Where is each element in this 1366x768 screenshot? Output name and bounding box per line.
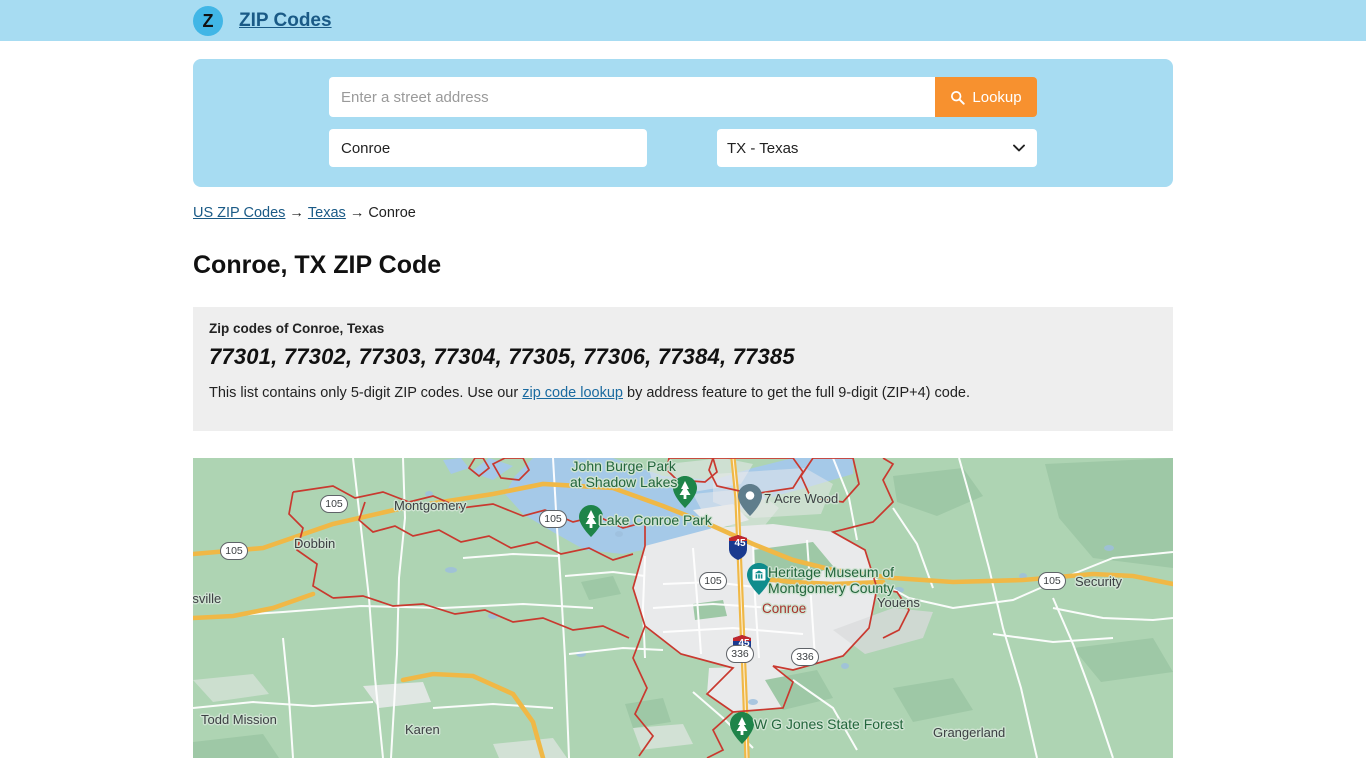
city-state-row: TX - Texas	[329, 129, 1037, 167]
map-label-dobbin: Dobbin	[294, 536, 336, 551]
breadcrumb-item-conroe: Conroe	[368, 205, 416, 221]
state-select[interactable]: TX - Texas	[717, 129, 1037, 167]
search-icon	[950, 90, 966, 105]
address-input[interactable]	[329, 77, 935, 117]
zip-codes-list: 77301, 77302, 77303, 77304, 77305, 77306…	[209, 344, 795, 369]
breadcrumb-separator: →	[289, 205, 304, 221]
route-shield-105-e: 105	[1038, 572, 1066, 590]
map-label-john-burge-park: John Burge Park at Shadow Lakes	[570, 458, 678, 490]
lookup-button-label: Lookup	[972, 88, 1022, 106]
map-label-bartlersville: rsville	[193, 591, 222, 606]
state-select-wrapper: TX - Texas	[717, 129, 1037, 167]
map-label-todd-mission: Todd Mission	[201, 712, 277, 727]
main-content: US ZIP Codes → Texas → Conroe Conroe, TX ZIP…	[193, 205, 1173, 758]
page-body: Lookup TX - Texas US ZIP Codes→Texas→Con…	[0, 59, 1366, 768]
interstate-45-label-a: 45	[734, 538, 746, 549]
map-label-john-burge-line1: John Burge Park	[571, 458, 676, 474]
zip-codes-box: Zip codes of Conroe, Texas 77301, 77302,…	[193, 307, 1173, 431]
map-label-security: Security	[1075, 574, 1122, 589]
map-label-conroe: Conroe	[762, 601, 807, 616]
interstate-45-label-b: 45	[738, 638, 750, 649]
breadcrumb-item-us-zip-codes[interactable]: US ZIP Codes	[193, 205, 285, 221]
breadcrumb-item-texas[interactable]: Texas	[308, 205, 346, 221]
map-label-grangerland: Grangerland	[933, 725, 1006, 740]
site-header: Z ZIP Codes	[0, 0, 1366, 41]
brand-link[interactable]: ZIP Codes	[239, 10, 332, 32]
map-label-john-burge-line2: at Shadow Lakes	[570, 473, 678, 490]
zip-box-heading: Zip codes of Conroe, Texas	[209, 321, 385, 336]
map-label-heritage-museum: Heritage Museum of Montgomery County	[768, 564, 895, 596]
city-input[interactable]	[329, 129, 647, 167]
route-shield-105-d: 105	[699, 572, 727, 590]
route-shield-105-b: 105	[220, 542, 248, 560]
zip-box-note: This list contains only 5-digit ZIP code…	[209, 385, 1157, 401]
logo-icon[interactable]: Z	[193, 5, 223, 36]
map-view[interactable]: 105 105 105 105 105 336 336 45 45 Montgo…	[193, 458, 1173, 758]
map-label-heritage-line1: Heritage Museum of	[768, 564, 895, 580]
map-label-7-acre-wood: 7 Acre Wood	[764, 491, 839, 506]
breadcrumb: US ZIP Codes → Texas → Conroe	[193, 205, 1173, 221]
map-label-karen: Karen	[405, 722, 440, 737]
place-pin-7-acre-wood[interactable]	[738, 484, 762, 516]
lookup-button[interactable]: Lookup	[935, 77, 1037, 117]
route-shield-105-a: 105	[320, 495, 348, 513]
map-label-youens: Youens	[877, 595, 920, 610]
map-label-heritage-line2: Montgomery County	[768, 579, 895, 596]
zip-code-lookup-link[interactable]: zip code lookup	[522, 385, 623, 401]
map-label-jones-state-forest: W G Jones State Forest	[754, 716, 904, 732]
map-label-lake-conroe-park: Lake Conroe Park	[599, 512, 712, 528]
map-label-montgomery: Montgomery	[394, 498, 467, 513]
zip-note-after: by address feature to get the full 9-dig…	[623, 384, 970, 401]
address-search-row: Lookup	[329, 77, 1037, 117]
page-title: Conroe, TX ZIP Code	[193, 251, 442, 279]
route-shield-105-c: 105	[539, 510, 567, 528]
search-panel: Lookup TX - Texas	[193, 59, 1173, 187]
zip-note-before: This list contains only 5-digit ZIP code…	[209, 384, 523, 401]
park-pin-jones-state-forest[interactable]	[730, 712, 754, 744]
route-shield-336-b: 336	[791, 648, 819, 666]
breadcrumb-separator-2: →	[349, 205, 365, 221]
